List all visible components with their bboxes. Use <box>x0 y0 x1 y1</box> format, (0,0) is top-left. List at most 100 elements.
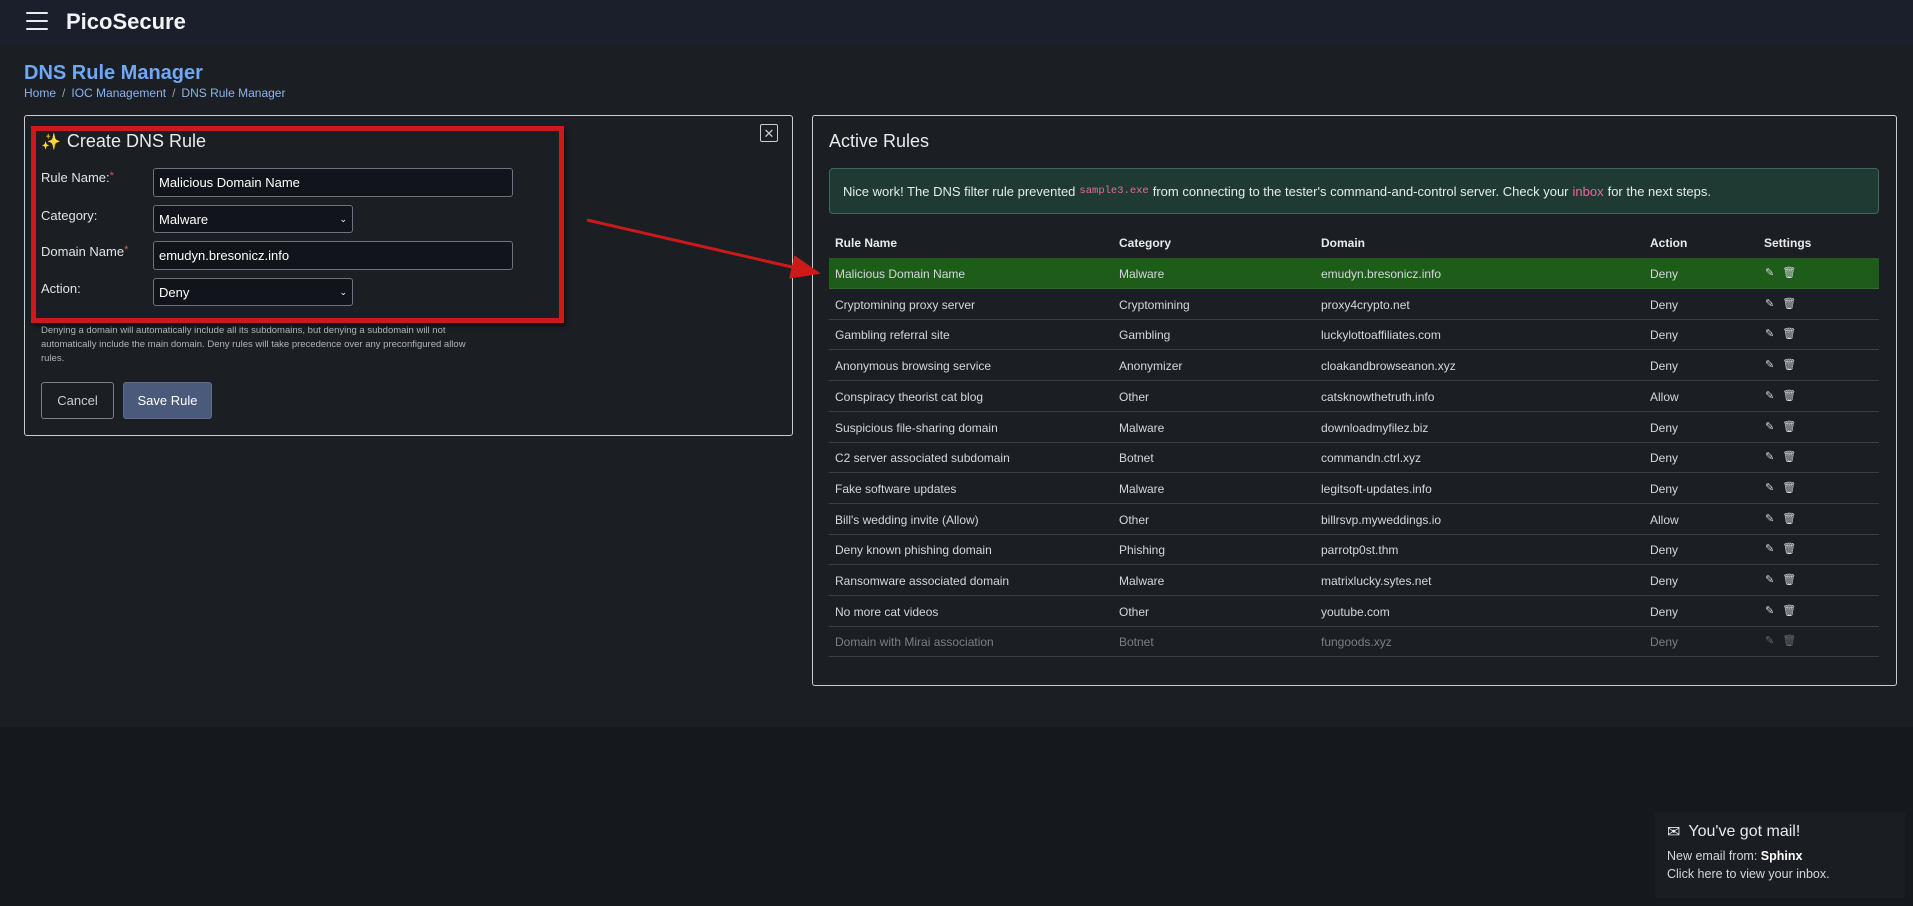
edit-icon[interactable]: ✎ <box>1765 542 1774 555</box>
wand-icon: ✨ <box>41 133 61 151</box>
create-rule-title: ✨ Create DNS Rule <box>41 131 206 152</box>
edit-icon[interactable]: ✎ <box>1765 358 1774 371</box>
domain-name-input[interactable] <box>153 241 513 270</box>
cancel-button[interactable]: Cancel <box>41 382 114 419</box>
column-header-rule-name: Rule Name <box>835 236 898 250</box>
table-row: Fake software updates Malware legitsoft-up… <box>829 473 1879 504</box>
trash-icon[interactable]: 🗑 <box>1782 420 1796 433</box>
domain-cell: commandn.ctrl.xyz <box>1321 451 1422 466</box>
rule-name-cell: Cryptomining proxy server <box>835 297 976 312</box>
trash-icon[interactable]: 🗑 <box>1782 389 1796 402</box>
action-cell: Deny <box>1650 604 1679 619</box>
trash-icon[interactable]: 🗑 <box>1782 512 1796 525</box>
create-rule-title-text: Create DNS Rule <box>66 131 206 151</box>
action-cell: Allow <box>1650 512 1679 527</box>
edit-icon[interactable]: ✎ <box>1765 266 1774 279</box>
action-cell: Deny <box>1650 359 1679 374</box>
category-cell: Other <box>1119 604 1150 619</box>
alert-text-post: for the next steps. <box>1607 183 1711 199</box>
edit-icon[interactable]: ✎ <box>1765 327 1774 340</box>
required-marker: * <box>124 244 129 256</box>
category-cell: Other <box>1119 389 1150 404</box>
trash-icon[interactable]: 🗑 <box>1782 266 1796 279</box>
action-cell: Deny <box>1650 328 1679 343</box>
rule-name-cell: Domain with Mirai association <box>835 635 994 650</box>
inbox-link[interactable]: inbox <box>1573 184 1604 199</box>
active-rules-title: Active Rules <box>829 131 930 151</box>
rule-name-cell: Bill's wedding invite (Allow) <box>835 512 979 527</box>
chevron-down-icon: ⌄ <box>339 213 347 224</box>
edit-icon[interactable]: ✎ <box>1765 604 1774 617</box>
rule-name-cell: Malicious Domain Name <box>835 267 966 281</box>
menu-icon[interactable] <box>26 12 48 30</box>
action-cell: Deny <box>1650 543 1679 558</box>
rule-name-input[interactable] <box>153 168 513 197</box>
trash-icon[interactable]: 🗑 <box>1782 327 1796 340</box>
breadcrumb-ioc-management[interactable]: IOC Management <box>71 86 166 100</box>
table-row: No more cat videos Other youtube.com Deny ✎ 🗑 <box>829 596 1879 627</box>
domain-cell: fungoods.xyz <box>1321 635 1392 650</box>
domain-name-label-text: Domain Name <box>41 244 125 259</box>
category-select[interactable]: Malware ⌄ <box>153 205 353 233</box>
close-icon[interactable]: ✕ <box>760 124 778 142</box>
domain-cell: youtube.com <box>1321 604 1390 619</box>
edit-icon[interactable]: ✎ <box>1765 573 1774 586</box>
rule-name-cell: Gambling referral site <box>835 328 950 343</box>
alert-text-pre: Nice work! The DNS filter rule prevented <box>843 183 1076 199</box>
table-row: Anonymous browsing service Anonymizer cloa… <box>829 350 1879 382</box>
column-header-domain: Domain <box>1321 236 1366 250</box>
trash-icon[interactable]: 🗑 <box>1782 634 1796 647</box>
toast-from: New email from: Sphinx <box>1667 849 1802 863</box>
domain-cell: luckylottoaffiliates.com <box>1321 328 1441 343</box>
settings-cell: ✎ 🗑 <box>1765 389 1796 402</box>
edit-icon[interactable]: ✎ <box>1765 481 1774 494</box>
success-alert: Nice work! The DNS filter rule prevented… <box>829 168 1879 214</box>
action-select[interactable]: Deny ⌄ <box>153 278 353 306</box>
trash-icon[interactable]: 🗑 <box>1782 450 1796 463</box>
category-cell: Malware <box>1119 481 1165 496</box>
trash-icon[interactable]: 🗑 <box>1782 604 1796 617</box>
trash-icon[interactable]: 🗑 <box>1782 297 1796 310</box>
action-cell: Deny <box>1650 635 1679 650</box>
brand-logo[interactable]: PicoSecure <box>66 9 186 35</box>
domain-cell: billrsvp.myweddings.io <box>1321 512 1442 527</box>
settings-cell: ✎ 🗑 <box>1765 327 1796 340</box>
domain-cell: legitsoft-updates.info <box>1321 481 1432 496</box>
action-select-value: Deny <box>159 284 190 300</box>
edit-icon[interactable]: ✎ <box>1765 420 1774 433</box>
rule-name-label: Rule Name:* <box>41 170 114 185</box>
settings-cell: ✎ 🗑 <box>1765 450 1796 463</box>
edit-icon[interactable]: ✎ <box>1765 634 1774 647</box>
rule-name-cell: Fake software updates <box>835 481 957 496</box>
trash-icon[interactable]: 🗑 <box>1782 358 1796 371</box>
table-row: Gambling referral site Gambling luckylotto… <box>829 319 1879 351</box>
trash-icon[interactable]: 🗑 <box>1782 542 1796 555</box>
save-rule-button[interactable]: Save Rule <box>123 382 212 419</box>
action-cell: Deny <box>1650 451 1679 466</box>
category-cell: Phishing <box>1119 543 1166 558</box>
category-cell: Gambling <box>1119 328 1171 343</box>
domain-name-label: Domain Name* <box>41 244 128 259</box>
category-label: Category: <box>41 208 98 223</box>
trash-icon[interactable]: 🗑 <box>1782 573 1796 586</box>
breadcrumb-home[interactable]: Home <box>24 86 56 100</box>
column-header-action: Action <box>1650 236 1688 250</box>
breadcrumb: Home / IOC Management / DNS Rule Manager <box>24 86 285 100</box>
edit-icon[interactable]: ✎ <box>1765 512 1774 525</box>
edit-icon[interactable]: ✎ <box>1765 297 1774 310</box>
toast-from-name: Sphinx <box>1760 849 1803 863</box>
page-title: DNS Rule Manager <box>24 62 203 84</box>
toast-title-text: You've got mail! <box>1688 823 1801 840</box>
category-cell: Other <box>1119 512 1150 527</box>
action-cell: Deny <box>1650 420 1679 435</box>
rule-name-cell: C2 server associated subdomain <box>835 451 1010 466</box>
settings-cell: ✎ 🗑 <box>1765 512 1796 525</box>
edit-icon[interactable]: ✎ <box>1765 389 1774 402</box>
settings-cell: ✎ 🗑 <box>1765 297 1796 310</box>
mail-toast[interactable]: ✉ You've got mail! New email from: Sphin… <box>1655 812 1905 898</box>
edit-icon[interactable]: ✎ <box>1765 450 1774 463</box>
toast-title: ✉ You've got mail! <box>1667 822 1800 842</box>
trash-icon[interactable]: 🗑 <box>1782 481 1796 494</box>
domain-cell: parrotp0st.thm <box>1321 543 1399 558</box>
toast-cta[interactable]: Click here to view your inbox. <box>1667 867 1830 881</box>
